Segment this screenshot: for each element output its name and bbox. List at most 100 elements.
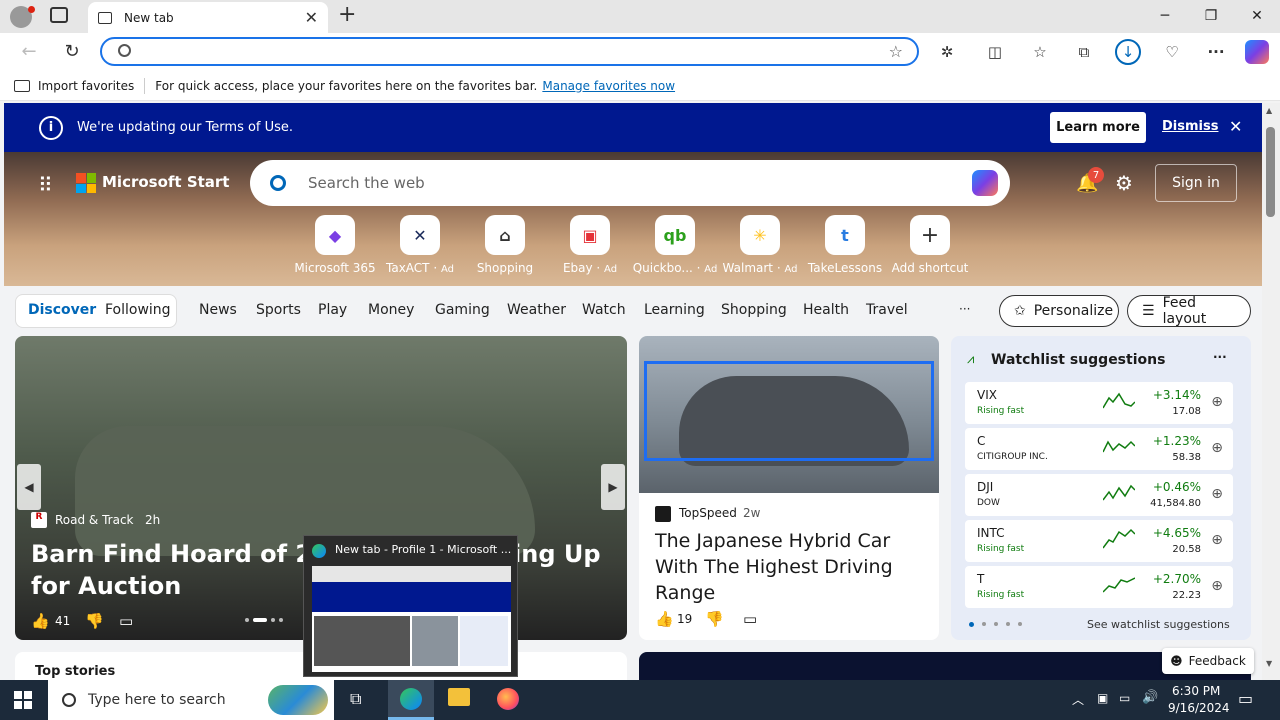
- collections-icon[interactable]: ⧉: [1069, 37, 1099, 67]
- watchlist-row[interactable]: T Rising fast +2.70% 22.23 ⊕: [965, 566, 1233, 608]
- web-search-box[interactable]: Search the web: [250, 160, 1010, 206]
- favorite-star-icon[interactable]: ☆: [889, 42, 903, 61]
- nav-learning[interactable]: Learning: [644, 302, 705, 318]
- watchlist-row[interactable]: VIX Rising fast +3.14% 17.08 ⊕: [965, 382, 1233, 424]
- nav-money[interactable]: Money: [368, 302, 414, 318]
- learn-more-button[interactable]: Learn more: [1050, 112, 1146, 143]
- nav-shopping[interactable]: Shopping: [721, 302, 787, 318]
- tab-new-tab[interactable]: New tab ✕: [88, 2, 328, 33]
- nav-watch[interactable]: Watch: [582, 302, 626, 318]
- web-search-input[interactable]: Search the web: [308, 174, 425, 192]
- nav-sports[interactable]: Sports: [256, 302, 301, 318]
- feed-layout-button[interactable]: ☰ Feed layout: [1127, 295, 1251, 327]
- main-story-title-line2[interactable]: for Auction: [31, 570, 181, 602]
- shortcut-ebay[interactable]: ▣ Ebay · Ad: [545, 215, 635, 275]
- browser-essentials-icon[interactable]: ♡: [1157, 37, 1187, 67]
- see-watchlist-link[interactable]: See watchlist suggestions: [1087, 618, 1230, 631]
- volume-icon[interactable]: 🔊: [1142, 690, 1158, 705]
- notification-center-icon[interactable]: ▭: [1238, 689, 1253, 708]
- nav-news[interactable]: News: [199, 302, 237, 318]
- add-to-watchlist-icon[interactable]: ⊕: [1211, 486, 1223, 502]
- nav-weather[interactable]: Weather: [507, 302, 566, 318]
- import-favorites[interactable]: Import favorites: [38, 79, 134, 93]
- shortcut-add[interactable]: + Add shortcut: [885, 215, 975, 275]
- add-to-watchlist-icon[interactable]: ⊕: [1211, 394, 1223, 410]
- clock-time[interactable]: 6:30 PM: [1172, 684, 1220, 698]
- nav-travel[interactable]: Travel: [866, 302, 908, 318]
- like-icon[interactable]: 👍: [31, 612, 50, 630]
- apps-grid-icon[interactable]: ⠿: [38, 173, 53, 197]
- close-notice-icon[interactable]: ✕: [1229, 117, 1242, 136]
- close-tab-icon[interactable]: ✕: [305, 8, 318, 27]
- refresh-button[interactable]: ↻: [57, 36, 87, 66]
- shortcut-quickbooks[interactable]: qb Quickbo... · Ad: [630, 215, 720, 275]
- shortcut-taxact[interactable]: ✕ TaxACT · Ad: [375, 215, 465, 275]
- back-button[interactable]: ←: [14, 36, 44, 66]
- main-story-title-end[interactable]: ing Up: [513, 538, 601, 570]
- new-tab-button[interactable]: +: [338, 2, 356, 27]
- sign-in-button[interactable]: Sign in: [1155, 164, 1237, 202]
- dismiss-link[interactable]: Dismiss: [1162, 119, 1218, 134]
- promo-card[interactable]: [639, 652, 1251, 680]
- clock-date[interactable]: 9/16/2024: [1168, 701, 1230, 715]
- taskbar-search-input[interactable]: Type here to search: [88, 692, 226, 708]
- shortcut-takelessons[interactable]: t TakeLessons: [800, 215, 890, 275]
- split-screen-icon[interactable]: ◫: [980, 37, 1010, 67]
- side-story-card[interactable]: TopSpeed 2w The Japanese Hybrid Car With…: [639, 336, 939, 640]
- minimize-button[interactable]: ─: [1142, 0, 1188, 32]
- side-story-title[interactable]: The Japanese Hybrid Car With The Highest…: [655, 528, 925, 606]
- shortcut-microsoft-365[interactable]: ◆ Microsoft 365: [290, 215, 380, 275]
- downloads-icon[interactable]: ↓: [1115, 39, 1141, 65]
- carousel-prev-button[interactable]: ◀: [17, 464, 41, 510]
- restore-button[interactable]: ❐: [1188, 0, 1234, 32]
- settings-gear-icon[interactable]: ⚙: [1115, 171, 1133, 195]
- tab-discover[interactable]: Discover: [28, 302, 96, 318]
- nav-gaming[interactable]: Gaming: [435, 302, 490, 318]
- taskbar-thumbnail[interactable]: New tab - Profile 1 - Microsoft ...: [303, 535, 518, 677]
- scroll-up-icon[interactable]: ▲: [1266, 106, 1272, 115]
- dislike-icon[interactable]: 👎: [705, 610, 724, 628]
- device-icon[interactable]: ▣: [1097, 691, 1108, 705]
- scrollbar-thumb[interactable]: [1266, 127, 1275, 217]
- copilot-icon[interactable]: [972, 170, 998, 196]
- add-to-watchlist-icon[interactable]: ⊕: [1211, 578, 1223, 594]
- dislike-icon[interactable]: 👎: [85, 612, 104, 630]
- personalize-button[interactable]: ✩ Personalize: [999, 295, 1119, 327]
- close-window-button[interactable]: ✕: [1234, 0, 1280, 32]
- carousel-next-button[interactable]: ▶: [601, 464, 625, 510]
- nav-play[interactable]: Play: [318, 302, 347, 318]
- watchlist-row[interactable]: C CITIGROUP INC. +1.23% 58.38 ⊕: [965, 428, 1233, 470]
- shortcut-walmart[interactable]: ✳ Walmart · Ad: [715, 215, 805, 275]
- page-scrollbar[interactable]: ▲ ▼: [1262, 103, 1280, 680]
- tab-actions-icon[interactable]: [50, 7, 68, 23]
- nav-more-icon[interactable]: ···: [959, 302, 970, 316]
- address-bar[interactable]: ☆: [100, 37, 919, 66]
- like-icon[interactable]: 👍: [655, 610, 674, 628]
- taskbar-edge-button[interactable]: [388, 680, 434, 720]
- feedback-button[interactable]: ☻ Feedback: [1162, 648, 1254, 674]
- file-explorer-icon[interactable]: [448, 688, 470, 706]
- network-icon[interactable]: ▭: [1119, 691, 1130, 705]
- manage-favorites-link[interactable]: Manage favorites now: [542, 79, 675, 93]
- favorites-icon[interactable]: ☆: [1025, 37, 1055, 67]
- watchlist-more-icon[interactable]: ···: [1213, 350, 1227, 364]
- comment-icon[interactable]: ▭: [743, 610, 757, 628]
- watchlist-row[interactable]: DJI DOW +0.46% 41,584.80 ⊕: [965, 474, 1233, 516]
- show-hidden-icons-icon[interactable]: ︿: [1072, 691, 1084, 708]
- watchlist-row[interactable]: INTC Rising fast +4.65% 20.58 ⊕: [965, 520, 1233, 562]
- firefox-icon[interactable]: [497, 688, 519, 710]
- brand-title[interactable]: Microsoft Start: [102, 173, 229, 191]
- scroll-down-icon[interactable]: ▼: [1266, 659, 1272, 668]
- copilot-icon[interactable]: [1245, 40, 1269, 64]
- task-view-icon[interactable]: ⧉: [350, 689, 361, 709]
- windows-start-icon[interactable]: [14, 691, 32, 709]
- tab-following[interactable]: Following: [105, 302, 171, 318]
- extensions-icon[interactable]: ✲: [932, 37, 962, 67]
- add-to-watchlist-icon[interactable]: ⊕: [1211, 532, 1223, 548]
- shortcut-shopping[interactable]: ⌂ Shopping: [460, 215, 550, 275]
- taskbar-search-box[interactable]: Type here to search: [48, 680, 334, 720]
- nav-health[interactable]: Health: [803, 302, 849, 318]
- add-to-watchlist-icon[interactable]: ⊕: [1211, 440, 1223, 456]
- comment-icon[interactable]: ▭: [119, 612, 133, 630]
- settings-more-icon[interactable]: ···: [1201, 37, 1231, 67]
